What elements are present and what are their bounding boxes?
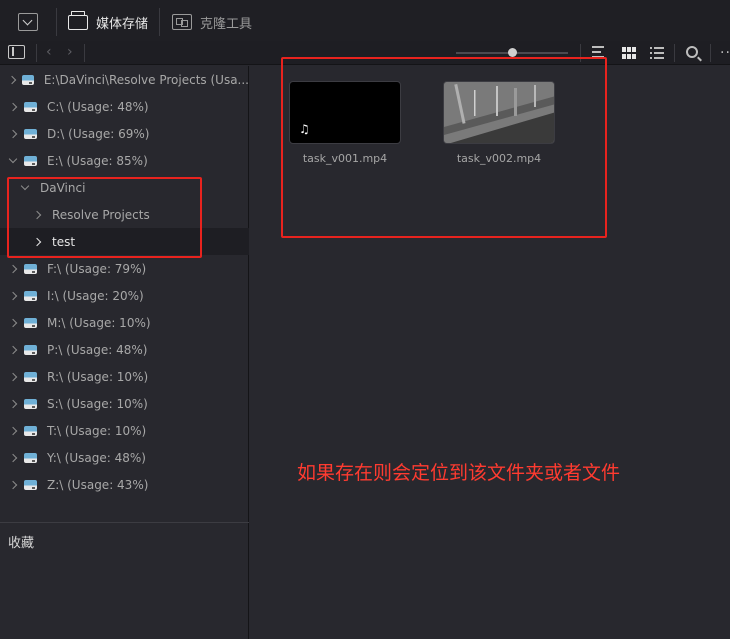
- sidebar-tree-item[interactable]: test: [0, 228, 249, 255]
- sidebar-tree-item[interactable]: R:\ (Usage: 10%): [0, 363, 249, 390]
- chevron-right-icon[interactable]: [8, 291, 18, 300]
- sidebar-item-label: Y:\ (Usage: 48%): [47, 450, 146, 465]
- drive-icon: [24, 452, 37, 463]
- chevron-right-icon[interactable]: [8, 345, 18, 354]
- tab-clone-tool-label: 克隆工具: [200, 16, 253, 32]
- sidebar-item-label: Resolve Projects: [52, 207, 150, 222]
- sort-icon[interactable]: [592, 46, 610, 60]
- sidebar-tree-item[interactable]: P:\ (Usage: 48%): [0, 336, 249, 363]
- toolbar-divider: [159, 8, 160, 36]
- sidebar-tree-item[interactable]: M:\ (Usage: 10%): [0, 309, 249, 336]
- chevron-right-icon[interactable]: [8, 426, 18, 435]
- tab-clone-tool[interactable]: 克隆工具: [172, 12, 252, 32]
- search-icon[interactable]: [686, 46, 698, 58]
- sidebar-tree-item[interactable]: E:\DaVinci\Resolve Projects (Usa...: [0, 66, 249, 93]
- sidebar-tree-item[interactable]: T:\ (Usage: 10%): [0, 417, 249, 444]
- toolbar-divider: [580, 44, 581, 62]
- tab-media-storage-label: 媒体存储: [96, 16, 149, 32]
- toolbar-divider: [56, 8, 57, 36]
- sidebar-divider: [0, 522, 249, 523]
- clip-item[interactable]: task_v002.mp4: [443, 81, 555, 165]
- folder-tree-sidebar: 收藏 E:\DaVinci\Resolve Projects (Usa... C:…: [0, 66, 249, 639]
- clip-thumbnail[interactable]: [443, 81, 555, 144]
- video-frame-thumbnail: [444, 82, 554, 143]
- sidebar-tree-item[interactable]: Z:\ (Usage: 43%): [0, 471, 249, 498]
- clip-name: task_v002.mp4: [456, 152, 542, 165]
- sidebar-tree-item[interactable]: DaVinci: [0, 174, 249, 201]
- media-storage-icon: [68, 10, 88, 30]
- chevron-right-icon[interactable]: [8, 453, 18, 462]
- sidebar-item-label: test: [52, 234, 76, 249]
- list-view-icon[interactable]: [650, 47, 664, 59]
- drive-icon: [24, 290, 37, 301]
- media-browser-content: ♫ task_v001.mp4 task_v002.mp4: [250, 66, 730, 639]
- sidebar-item-label: E:\ (Usage: 85%): [47, 153, 148, 168]
- sidebar-tree-item[interactable]: Y:\ (Usage: 48%): [0, 444, 249, 471]
- clip-item[interactable]: ♫ task_v001.mp4: [289, 81, 401, 165]
- sidebar-tree-item[interactable]: S:\ (Usage: 10%): [0, 390, 249, 417]
- chevron-right-icon[interactable]: [8, 264, 18, 273]
- tab-media-storage[interactable]: 媒体存储: [68, 10, 149, 32]
- chevron-down-icon[interactable]: [20, 181, 30, 191]
- zoom-slider-handle[interactable]: [507, 48, 517, 57]
- toolbar-divider: [36, 44, 37, 62]
- back-arrow-icon[interactable]: ‹: [46, 44, 52, 60]
- sidebar-item-label: C:\ (Usage: 48%): [47, 99, 149, 114]
- chevron-right-icon[interactable]: [8, 75, 17, 84]
- sidebar-tree-item[interactable]: I:\ (Usage: 20%): [0, 282, 249, 309]
- drive-icon: [24, 155, 37, 166]
- chevron-right-icon[interactable]: [8, 372, 18, 381]
- more-options-icon[interactable]: ··: [720, 46, 730, 60]
- drive-icon: [24, 128, 37, 139]
- chevron-right-icon[interactable]: [8, 399, 18, 408]
- annotation-text: 如果存在则会定位到该文件夹或者文件: [297, 462, 621, 484]
- sidebar-item-label: Z:\ (Usage: 43%): [47, 477, 149, 492]
- drive-icon: [24, 344, 37, 355]
- drive-icon: [24, 101, 37, 112]
- chevron-right-icon[interactable]: [8, 480, 18, 489]
- drive-icon: [22, 74, 34, 85]
- toolbar-divider: [710, 44, 711, 62]
- sidebar-item-label: I:\ (Usage: 20%): [47, 288, 144, 303]
- chevron-right-icon[interactable]: [8, 318, 18, 327]
- sidebar-item-label: S:\ (Usage: 10%): [47, 396, 148, 411]
- grid-view-icon[interactable]: [622, 47, 636, 59]
- drive-icon: [24, 371, 37, 382]
- drive-icon: [24, 317, 37, 328]
- clip-thumbnail[interactable]: ♫: [289, 81, 401, 144]
- music-note-icon: ♫: [299, 122, 310, 136]
- chevron-right-icon[interactable]: [8, 129, 18, 138]
- drive-icon: [24, 398, 37, 409]
- sidebar-item-label: F:\ (Usage: 79%): [47, 261, 147, 276]
- sidebar-tree-item[interactable]: C:\ (Usage: 48%): [0, 93, 249, 120]
- chevron-right-icon[interactable]: [32, 210, 42, 219]
- drive-icon: [24, 263, 37, 274]
- favorites-label: 收藏: [8, 536, 35, 551]
- chevron-down-icon[interactable]: [8, 154, 18, 164]
- clone-tool-icon: [172, 14, 192, 30]
- drive-icon: [24, 479, 37, 490]
- sidebar-tree-item[interactable]: F:\ (Usage: 79%): [0, 255, 249, 282]
- chevron-right-icon[interactable]: [32, 237, 42, 246]
- sidebar-tree-item[interactable]: D:\ (Usage: 69%): [0, 120, 249, 147]
- sidebar-item-label: P:\ (Usage: 48%): [47, 342, 148, 357]
- browser-toolbar: ‹ › ··: [0, 41, 730, 65]
- top-toolbar: 媒体存储 克隆工具: [0, 0, 730, 44]
- chevron-right-icon[interactable]: [8, 102, 18, 111]
- sidebar-item-label: D:\ (Usage: 69%): [47, 126, 150, 141]
- toolbar-divider: [674, 44, 675, 62]
- sidebar-item-label: T:\ (Usage: 10%): [47, 423, 147, 438]
- toolbar-divider: [84, 44, 85, 62]
- sidebar-tree-item[interactable]: E:\ (Usage: 85%): [0, 147, 249, 174]
- sidebar-item-label: R:\ (Usage: 10%): [47, 369, 149, 384]
- toggle-sidebar-icon[interactable]: [8, 45, 25, 59]
- collapse-panel-button[interactable]: [18, 13, 38, 31]
- drive-icon: [24, 425, 37, 436]
- sidebar-item-label: M:\ (Usage: 10%): [47, 315, 151, 330]
- forward-arrow-icon[interactable]: ›: [67, 44, 73, 60]
- sidebar-item-label: E:\DaVinci\Resolve Projects (Usa...: [43, 72, 249, 87]
- sidebar-item-label: DaVinci: [40, 180, 86, 195]
- sidebar-tree-item[interactable]: Resolve Projects: [0, 201, 249, 228]
- clip-name: task_v001.mp4: [302, 152, 388, 165]
